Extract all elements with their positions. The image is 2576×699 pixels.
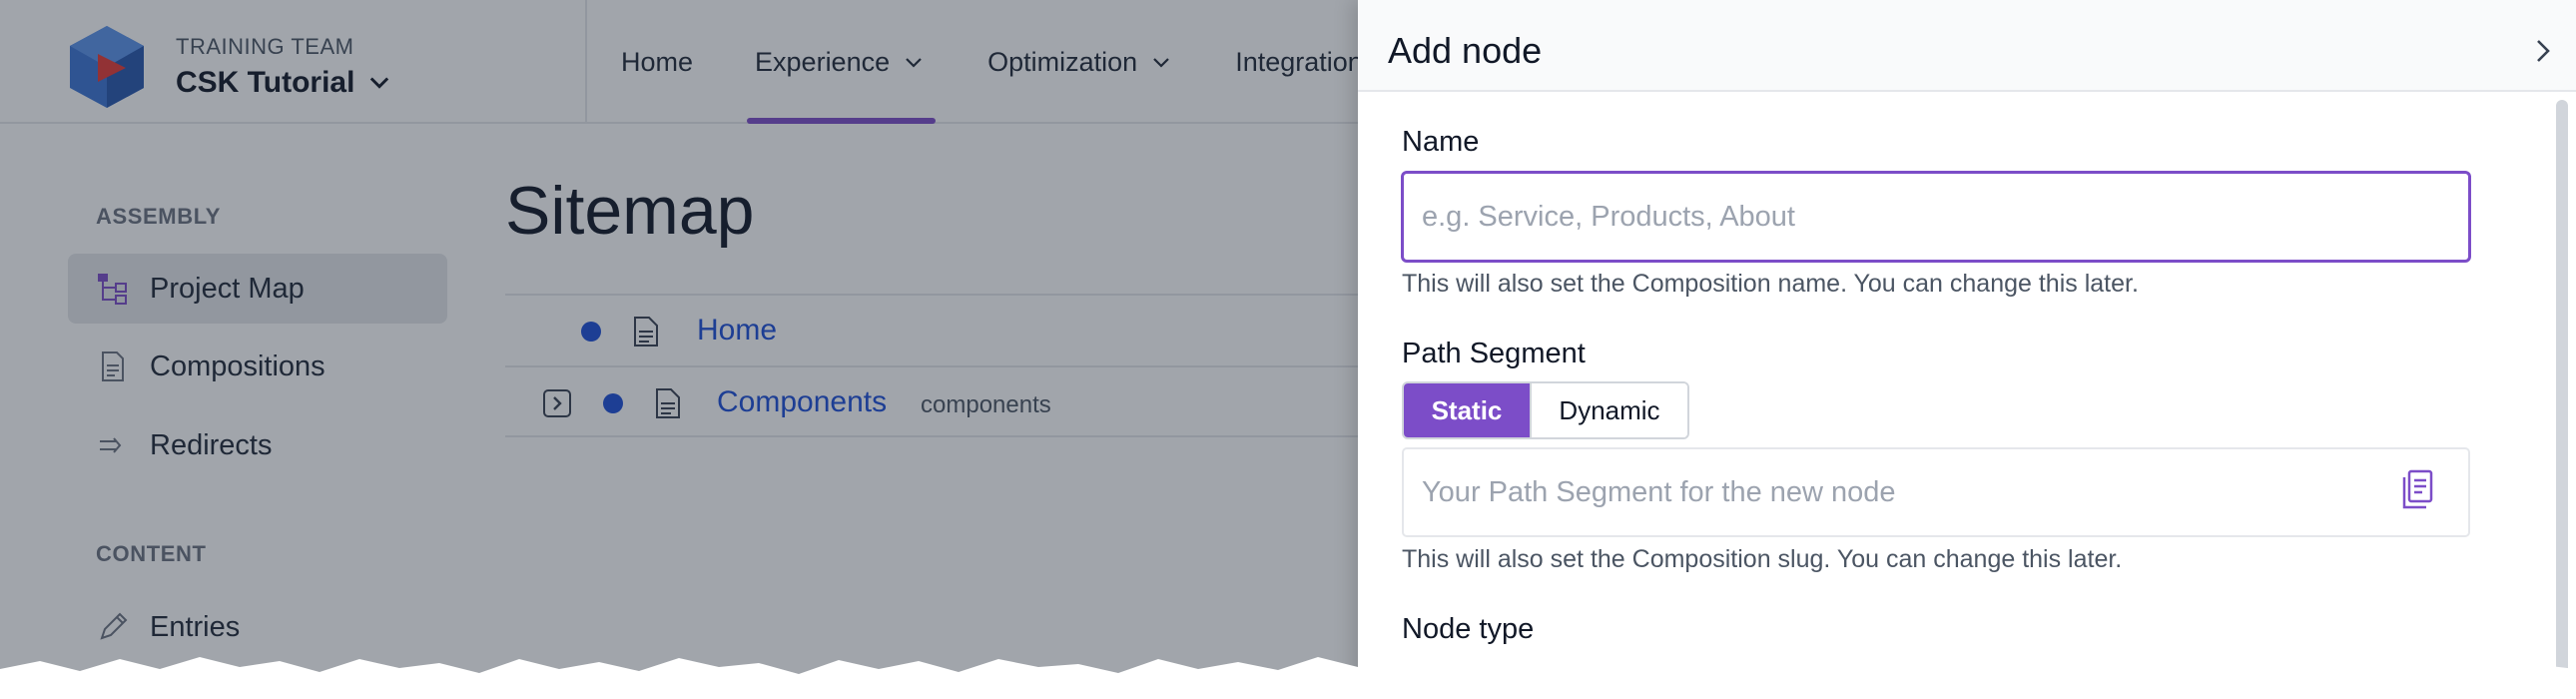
drawer-header: Add node	[1358, 0, 2576, 92]
name-label: Name	[1402, 126, 1480, 158]
drawer-scrollbar[interactable]	[2556, 100, 2568, 699]
name-helper-text: This will also set the Composition name.…	[1402, 270, 2139, 298]
copy-icon[interactable]	[2400, 469, 2434, 511]
dynamic-toggle-button[interactable]: Dynamic	[1530, 383, 1687, 437]
torn-edge-decoration	[0, 657, 2576, 699]
add-node-drawer: Add node Name This will also set the Com…	[1358, 0, 2576, 699]
path-segment-input[interactable]	[1402, 447, 2470, 537]
name-input[interactable]	[1402, 172, 2470, 262]
drawer-title: Add node	[1388, 30, 1543, 71]
static-toggle-button[interactable]: Static	[1404, 383, 1530, 437]
drawer-body: Name This will also set the Composition …	[1358, 92, 2556, 699]
chevron-right-icon[interactable]	[2526, 34, 2560, 68]
path-segment-label: Path Segment	[1402, 338, 1586, 369]
path-segment-toggle: Static Dynamic	[1402, 381, 1689, 439]
path-segment-helper-text: This will also set the Composition slug.…	[1402, 545, 2123, 573]
